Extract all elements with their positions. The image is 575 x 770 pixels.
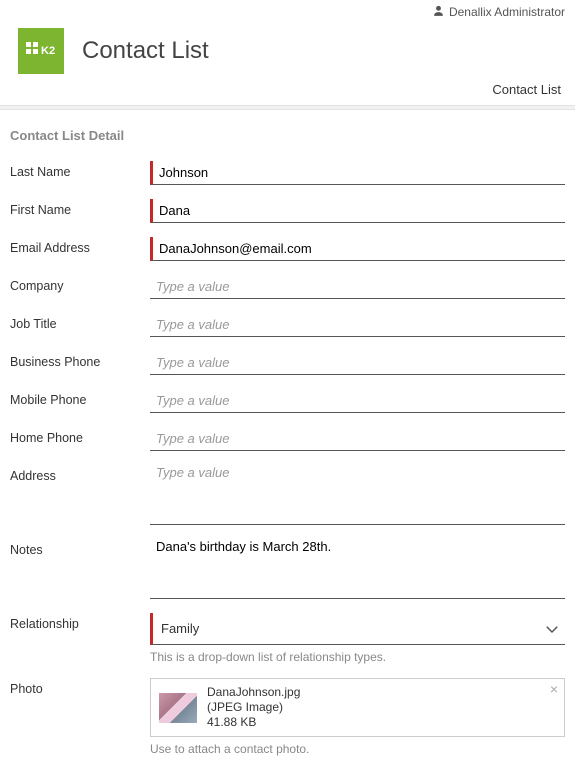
attachment-meta: DanaJohnson.jpg (JPEG Image) 41.88 KB [207,685,300,730]
relationship-select[interactable]: Family [150,613,565,645]
chevron-down-icon [543,620,561,638]
breadcrumb: Contact List [0,82,575,105]
first-name-field[interactable] [150,199,565,223]
label-relationship: Relationship [10,613,150,631]
breadcrumb-text[interactable]: Contact List [492,82,561,97]
attachment-size: 41.88 KB [207,715,300,730]
last-name-field[interactable] [150,161,565,185]
label-photo: Photo [10,678,150,696]
attachment-name: DanaJohnson.jpg [207,685,300,700]
photo-attachment[interactable]: DanaJohnson.jpg (JPEG Image) 41.88 KB × [150,678,565,737]
label-mobile-phone: Mobile Phone [10,389,150,407]
address-field[interactable] [150,465,565,525]
business-phone-field[interactable] [150,351,565,375]
user-icon [432,4,449,20]
label-business-phone: Business Phone [10,351,150,369]
label-notes: Notes [10,539,150,557]
close-icon[interactable]: × [550,682,558,696]
svg-text:K2: K2 [41,45,55,57]
label-first-name: First Name [10,199,150,217]
section-title: Contact List Detail [0,128,575,161]
job-title-field[interactable] [150,313,565,337]
user-label[interactable]: Denallix Administrator [449,5,565,19]
header: K2 Contact List [0,20,575,82]
attachment-thumbnail [159,693,197,723]
company-field[interactable] [150,275,565,299]
label-job-title: Job Title [10,313,150,331]
attachment-type: (JPEG Image) [207,700,300,715]
relationship-value: Family [159,617,201,640]
form: Last Name First Name Email Address Compa… [0,161,575,756]
label-email: Email Address [10,237,150,255]
label-last-name: Last Name [10,161,150,179]
divider [0,105,575,110]
mobile-phone-field[interactable] [150,389,565,413]
label-address: Address [10,465,150,483]
home-phone-field[interactable] [150,427,565,451]
app-logo: K2 [18,28,64,74]
page-title: Contact List [82,37,209,65]
label-home-phone: Home Phone [10,427,150,445]
topbar: Denallix Administrator [0,0,575,20]
label-company: Company [10,275,150,293]
notes-field[interactable] [150,539,565,599]
photo-helper: Use to attach a contact photo. [150,742,565,756]
email-field[interactable] [150,237,565,261]
relationship-helper: This is a drop-down list of relationship… [150,650,565,664]
